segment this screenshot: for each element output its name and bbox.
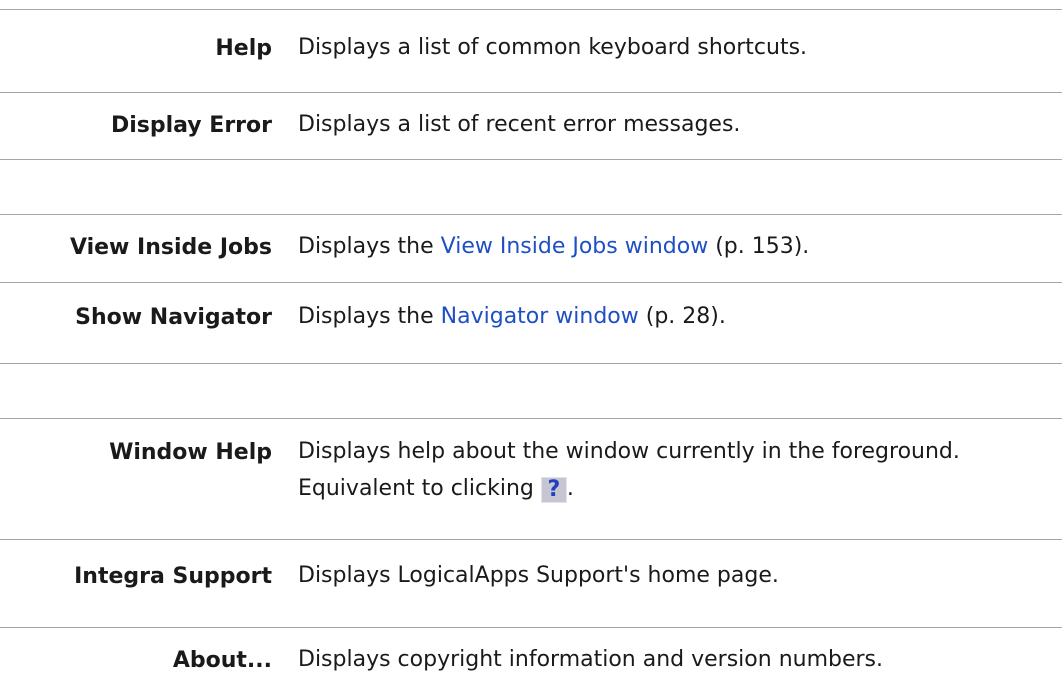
page-reference: (p. 28). bbox=[638, 304, 726, 329]
view-inside-jobs-window-link[interactable]: View Inside Jobs window bbox=[441, 234, 709, 259]
desc-view-inside-jobs: Displays the View Inside Jobs window (p.… bbox=[298, 229, 1048, 264]
divider bbox=[0, 214, 1062, 215]
divider bbox=[0, 539, 1062, 540]
term-about: About... bbox=[172, 648, 272, 673]
page-reference: (p. 153). bbox=[708, 234, 810, 259]
desc-line: Equivalent to clicking ?. bbox=[298, 471, 1048, 506]
term-show-navigator: Show Navigator bbox=[75, 305, 272, 330]
divider bbox=[0, 159, 1062, 160]
term-view-inside-jobs: View Inside Jobs bbox=[69, 235, 272, 260]
desc-line: Displays help about the window currently… bbox=[298, 439, 960, 464]
desc-window-help: Displays help about the window currently… bbox=[298, 434, 1048, 506]
desc-text: . bbox=[566, 476, 574, 501]
desc-text: Equivalent to clicking bbox=[298, 476, 541, 501]
desc-text: Displays the bbox=[298, 304, 441, 329]
navigator-window-link[interactable]: Navigator window bbox=[441, 304, 639, 329]
term-help: Help bbox=[215, 36, 272, 61]
divider bbox=[0, 92, 1062, 93]
divider bbox=[0, 9, 1062, 10]
divider bbox=[0, 418, 1062, 419]
divider bbox=[0, 282, 1062, 283]
desc-integra-support: Displays LogicalApps Support's home page… bbox=[298, 563, 779, 588]
desc-help: Displays a list of common keyboard short… bbox=[298, 35, 808, 60]
help-question-icon: ? bbox=[540, 477, 567, 503]
term-window-help: Window Help bbox=[109, 440, 272, 465]
desc-text: Displays the bbox=[298, 234, 441, 259]
term-display-error: Display Error bbox=[110, 113, 272, 138]
term-integra-support: Integra Support bbox=[74, 564, 272, 589]
desc-show-navigator: Displays the Navigator window (p. 28). bbox=[298, 299, 1048, 334]
divider bbox=[0, 363, 1062, 364]
desc-about: Displays copyright information and versi… bbox=[298, 647, 884, 672]
desc-display-error: Displays a list of recent error messages… bbox=[298, 112, 741, 137]
divider bbox=[0, 627, 1062, 628]
